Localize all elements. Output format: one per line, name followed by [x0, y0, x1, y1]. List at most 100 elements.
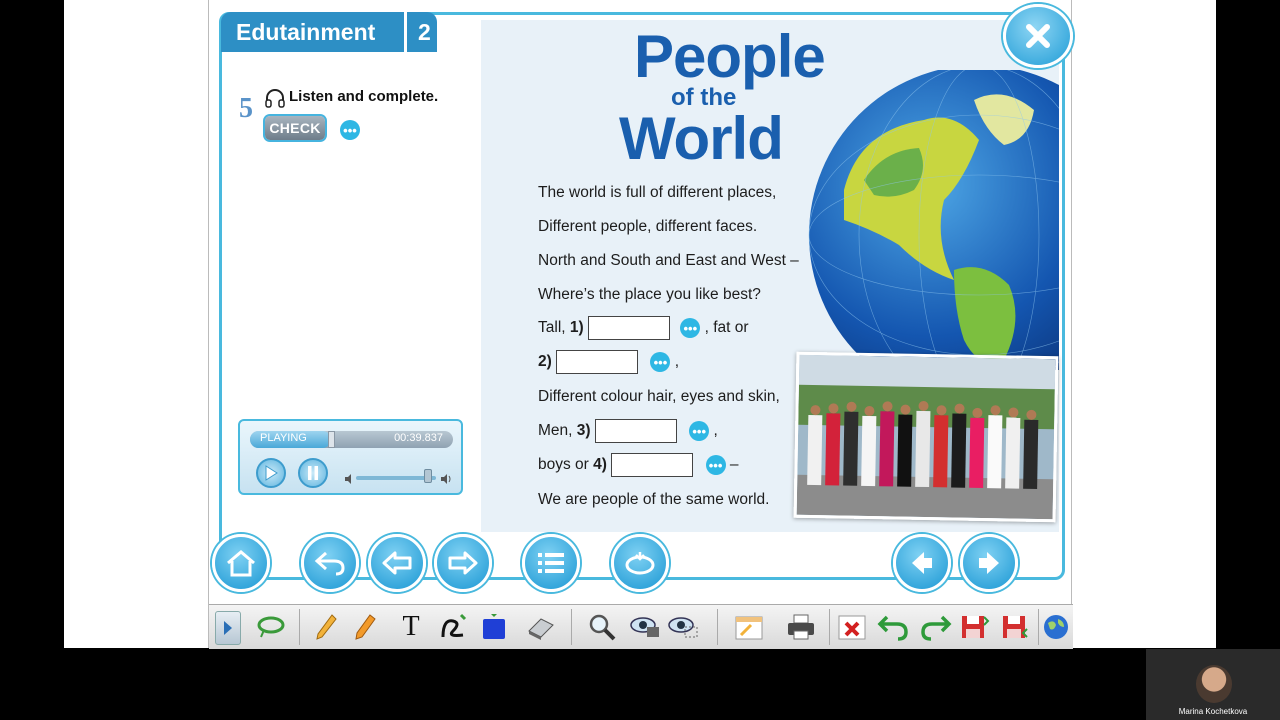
- toolbar-expand-button[interactable]: [215, 611, 241, 645]
- save-disk-icon: [962, 616, 990, 638]
- answer-4-dots-icon[interactable]: •••: [705, 455, 726, 475]
- seek-bar[interactable]: PLAYING 00:39.837: [250, 431, 453, 448]
- lyric-line-5: Tall, 1) ••• , fat or: [538, 316, 749, 340]
- printer-icon: [788, 614, 814, 640]
- seek-handle[interactable]: [328, 431, 336, 448]
- pause-button[interactable]: [298, 458, 328, 488]
- song-title-world: World: [619, 105, 784, 172]
- unit-tab: Edutainment 2: [221, 12, 437, 52]
- play-icon: [265, 465, 278, 481]
- refresh-icon: [625, 552, 655, 575]
- lyric-text: boys or: [538, 456, 589, 474]
- shape-tool[interactable]: [478, 611, 510, 643]
- save-button[interactable]: [959, 611, 991, 643]
- previous-exercise-button[interactable]: [368, 534, 426, 592]
- answer-box-2[interactable]: [556, 350, 639, 374]
- lyric-text: Men,: [538, 422, 573, 440]
- headphones-icon: [265, 89, 285, 108]
- eraser-icon: [528, 618, 554, 640]
- participant-avatar: [1196, 665, 1232, 703]
- notes-tool[interactable]: [733, 611, 765, 643]
- arrow-left-icon: [382, 551, 412, 575]
- gap-number-1: 1): [569, 319, 584, 337]
- answer-2-dots-icon[interactable]: •••: [650, 352, 671, 372]
- home-button[interactable]: [212, 534, 270, 592]
- lyric-text: ,: [713, 422, 718, 440]
- eye-icon: [630, 617, 659, 637]
- lyric-line-2: Different people, different faces.: [538, 218, 758, 235]
- lyric-line-10: We are people of the same world.: [538, 491, 770, 508]
- unit-number: 2: [418, 18, 431, 45]
- unit-title: Edutainment: [236, 18, 376, 45]
- answer-box-3[interactable]: [594, 419, 677, 443]
- eraser-tool[interactable]: [525, 611, 557, 643]
- lyric-text: ,: [674, 353, 680, 371]
- lasso-tool[interactable]: [255, 611, 287, 643]
- redo-button[interactable]: [920, 611, 952, 643]
- next-page-button[interactable]: [960, 534, 1018, 592]
- back-button[interactable]: [301, 534, 359, 592]
- exercise-instruction: Listen and complete.: [289, 88, 439, 105]
- gap-number-3: 3): [576, 422, 591, 440]
- reset-button[interactable]: [611, 534, 669, 592]
- triangle-right-icon: [979, 552, 999, 574]
- answer-box-1[interactable]: [588, 316, 670, 340]
- answer-box-4[interactable]: [611, 453, 694, 477]
- magnifier-icon: [589, 614, 616, 641]
- notepad-icon: [735, 616, 763, 640]
- toolbar-separator: [571, 609, 572, 645]
- toolbar-separator: [829, 609, 830, 645]
- lyric-line-8: Men, 3) ••• ,: [538, 419, 718, 443]
- reveal-tool[interactable]: [667, 611, 699, 643]
- square-shape-icon: [483, 614, 505, 639]
- gap-number-2: 2): [538, 353, 552, 371]
- lyric-line-7: Different colour hair, eyes and skin,: [538, 388, 780, 405]
- volume-handle[interactable]: [424, 469, 432, 483]
- player-time: 00:39.837: [394, 432, 443, 444]
- lyric-line-3: North and South and East and West –: [538, 252, 799, 269]
- gap-number-4: 4): [593, 456, 607, 474]
- answer-3-dots-icon[interactable]: •••: [689, 421, 710, 441]
- zoom-tool[interactable]: [586, 611, 618, 643]
- volume-low-icon: [345, 474, 351, 484]
- volume-high-icon: [441, 474, 451, 484]
- load-button[interactable]: [1000, 611, 1032, 643]
- clear-button[interactable]: [836, 611, 868, 643]
- previous-page-button[interactable]: [893, 534, 951, 592]
- highlighter-icon: [355, 614, 376, 640]
- audio-player: PLAYING 00:39.837: [238, 419, 463, 495]
- lyric-text: –: [729, 456, 739, 474]
- eye-reveal-icon: [668, 617, 698, 638]
- contents-button[interactable]: [522, 534, 580, 592]
- lyric-text: Tall,: [538, 319, 566, 337]
- play-button[interactable]: [256, 458, 286, 488]
- close-button[interactable]: [1003, 4, 1073, 68]
- toolbar-separator: [299, 609, 300, 645]
- answer-1-dots-icon[interactable]: •••: [680, 318, 701, 338]
- close-icon: [1026, 24, 1050, 48]
- drawing-toolbar: T: [209, 604, 1073, 649]
- group-photo: [793, 351, 1059, 523]
- web-button[interactable]: [1040, 611, 1072, 643]
- text-t-icon: T: [402, 611, 420, 642]
- next-exercise-button[interactable]: [434, 534, 492, 592]
- check-options-dots-icon[interactable]: •••: [340, 120, 360, 140]
- pause-icon: [308, 466, 318, 480]
- player-status: PLAYING: [260, 432, 307, 444]
- lyric-line-6: 2) ••• ,: [538, 350, 679, 374]
- webcam-thumbnail: Marina Kochetkova: [1146, 649, 1280, 720]
- undo-icon: [877, 615, 908, 641]
- text-tool[interactable]: T: [395, 611, 427, 643]
- undo-button[interactable]: [877, 611, 909, 643]
- pen-tool[interactable]: [310, 611, 342, 643]
- pen-icon: [316, 614, 337, 640]
- globe-icon: [1044, 615, 1068, 639]
- curve-icon: [441, 613, 467, 638]
- triangle-left-icon: [912, 552, 932, 574]
- print-button[interactable]: [785, 611, 817, 643]
- spotlight-tool[interactable]: [629, 611, 661, 643]
- check-button[interactable]: CHECK: [265, 116, 325, 140]
- highlighter-tool[interactable]: [349, 611, 381, 643]
- freehand-tool[interactable]: [437, 611, 469, 643]
- lyric-line-9: boys or 4) ••• –: [538, 453, 739, 477]
